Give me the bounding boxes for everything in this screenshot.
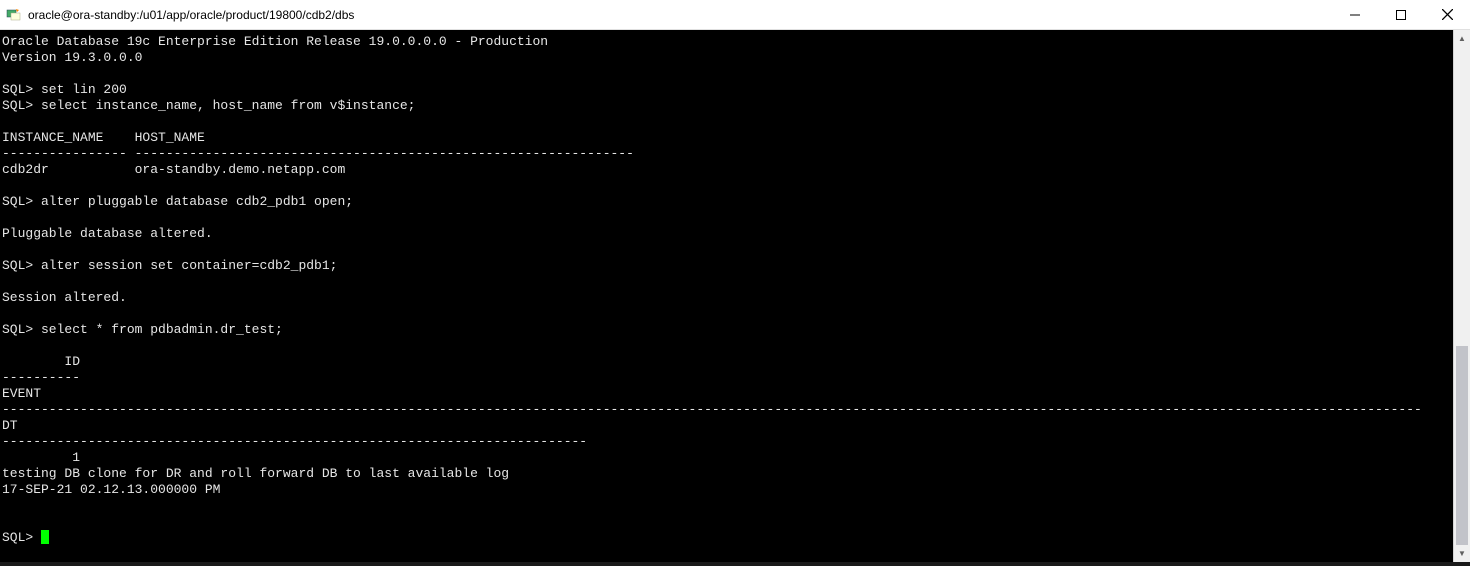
- terminal-cursor: [41, 530, 49, 544]
- taskbar-edge: [0, 562, 1470, 566]
- putty-icon: [6, 7, 22, 23]
- scroll-track[interactable]: [1454, 47, 1470, 545]
- scroll-up-arrow[interactable]: ▲: [1454, 30, 1470, 47]
- window-title: oracle@ora-standby:/u01/app/oracle/produ…: [28, 8, 354, 22]
- vertical-scrollbar[interactable]: ▲ ▼: [1453, 30, 1470, 562]
- maximize-button[interactable]: [1378, 0, 1424, 29]
- window-controls: [1332, 0, 1470, 29]
- minimize-button[interactable]: [1332, 0, 1378, 29]
- scroll-down-arrow[interactable]: ▼: [1454, 545, 1470, 562]
- terminal-container: Oracle Database 19c Enterprise Edition R…: [0, 30, 1470, 562]
- terminal-output[interactable]: Oracle Database 19c Enterprise Edition R…: [0, 30, 1453, 562]
- close-button[interactable]: [1424, 0, 1470, 29]
- window-titlebar: oracle@ora-standby:/u01/app/oracle/produ…: [0, 0, 1470, 30]
- scroll-thumb[interactable]: [1456, 346, 1468, 545]
